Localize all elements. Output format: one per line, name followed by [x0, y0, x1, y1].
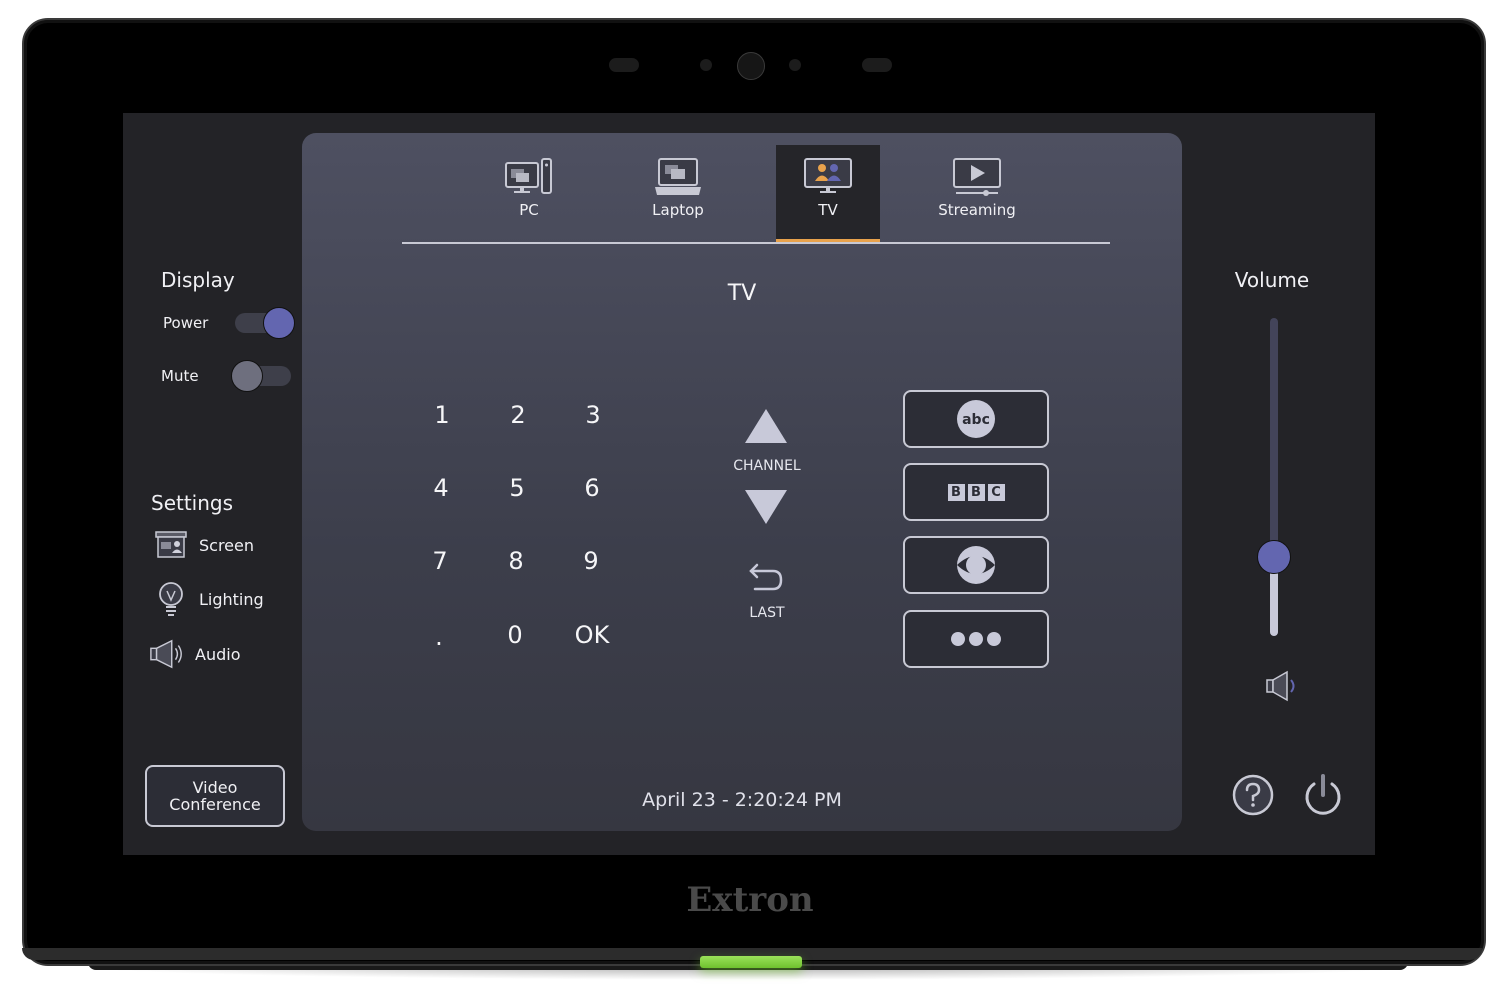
settings-item-label: Screen: [199, 535, 255, 555]
key-6[interactable]: 6: [557, 468, 627, 508]
key-7[interactable]: 7: [405, 541, 475, 581]
abc-logo-text: abc: [962, 412, 990, 428]
power-toggle[interactable]: [235, 307, 295, 339]
tv-icon: [802, 155, 854, 199]
lightbulb-icon: [153, 582, 189, 616]
streaming-icon: [951, 155, 1003, 199]
settings-item-label: Audio: [195, 644, 241, 664]
power-label: Power: [163, 314, 209, 332]
sensor-right: [862, 58, 892, 72]
tab-pc[interactable]: PC: [477, 145, 581, 241]
laptop-icon: [652, 155, 704, 199]
tab-divider: [402, 242, 1110, 244]
key-1[interactable]: 1: [407, 395, 477, 435]
preset-more-button[interactable]: [903, 610, 1049, 668]
bbc-letter: B: [967, 483, 985, 501]
power-icon[interactable]: [1301, 773, 1345, 817]
video-conference-button[interactable]: Video Conference: [145, 765, 285, 827]
power-toggle-knob[interactable]: [263, 307, 295, 339]
preset-bbc-button[interactable]: B B C: [903, 463, 1049, 521]
display-section-title: Display: [161, 268, 235, 292]
volume-slider-handle[interactable]: [1257, 540, 1291, 574]
cbs-eye-icon: [957, 546, 995, 584]
volume-slider-track[interactable]: [1257, 318, 1291, 636]
projector-screen-icon: [153, 529, 189, 561]
channel-down-button[interactable]: [745, 490, 787, 524]
status-led: [700, 956, 802, 968]
key-9[interactable]: 9: [556, 541, 626, 581]
mute-toggle[interactable]: [231, 360, 291, 392]
tab-tv[interactable]: TV: [776, 145, 880, 243]
tab-label: Streaming: [938, 201, 1016, 219]
video-conference-label-line2: Conference: [169, 795, 261, 814]
tab-laptop[interactable]: Laptop: [626, 145, 730, 241]
settings-item-label: Lighting: [199, 589, 264, 609]
bbc-letter: C: [987, 483, 1005, 501]
key-0[interactable]: 0: [480, 615, 550, 655]
view-title: TV: [727, 281, 757, 306]
sensor-left: [609, 58, 639, 72]
bbc-letter: B: [947, 483, 965, 501]
key-8[interactable]: 8: [481, 541, 551, 581]
sensor-dot-left: [700, 59, 712, 71]
brand-logo: Extron: [686, 880, 814, 920]
volume-title: Volume: [1234, 268, 1310, 292]
last-channel-icon[interactable]: [747, 561, 787, 595]
settings-item-audio[interactable]: Audio: [149, 638, 240, 670]
key-3[interactable]: 3: [558, 395, 628, 435]
numeric-keypad: 1 2 3 4 5 6 7 8 9 . 0 OK: [432, 395, 672, 655]
settings-item-lighting[interactable]: Lighting: [153, 582, 264, 616]
sensor-dot-right: [789, 59, 801, 71]
volume-mute-icon[interactable]: [1263, 668, 1303, 704]
key-4[interactable]: 4: [406, 468, 476, 508]
channel-controls: CHANNEL LAST: [717, 403, 817, 623]
last-channel-label: LAST: [749, 605, 785, 621]
key-dot[interactable]: .: [404, 617, 474, 657]
tab-label: PC: [519, 201, 539, 219]
mute-label: Mute: [161, 367, 199, 385]
video-conference-label-line1: Video: [192, 778, 238, 797]
date-time-display: April 23 - 2:20:24 PM: [642, 789, 842, 811]
channel-label: CHANNEL: [733, 458, 801, 474]
pc-icon: [503, 155, 555, 199]
help-icon[interactable]: [1231, 773, 1275, 817]
main-panel: PC Laptop TV Streaming TV 1 2 3 4 5 6 7 …: [302, 133, 1182, 831]
channel-up-button[interactable]: [745, 409, 787, 443]
tab-streaming[interactable]: Streaming: [925, 145, 1029, 241]
bbc-logo-icon: B B C: [947, 483, 1005, 501]
speaker-icon: [149, 638, 185, 670]
preset-cbs-button[interactable]: [903, 536, 1049, 594]
tab-label: Laptop: [652, 201, 704, 219]
preset-abc-button[interactable]: abc: [903, 390, 1049, 448]
abc-logo-icon: abc: [957, 400, 995, 438]
mute-toggle-knob[interactable]: [231, 360, 263, 392]
key-ok[interactable]: OK: [557, 615, 627, 655]
tab-label: TV: [818, 201, 838, 219]
camera-lens-icon: [737, 52, 765, 80]
more-dots-icon: [951, 632, 1001, 646]
settings-section-title: Settings: [151, 491, 234, 515]
touchscreen: Display Power Mute Settings Screen Light…: [123, 113, 1375, 855]
key-5[interactable]: 5: [482, 468, 552, 508]
key-2[interactable]: 2: [483, 395, 553, 435]
settings-item-screen[interactable]: Screen: [153, 529, 254, 561]
source-tabs: PC Laptop TV Streaming: [402, 145, 1110, 243]
